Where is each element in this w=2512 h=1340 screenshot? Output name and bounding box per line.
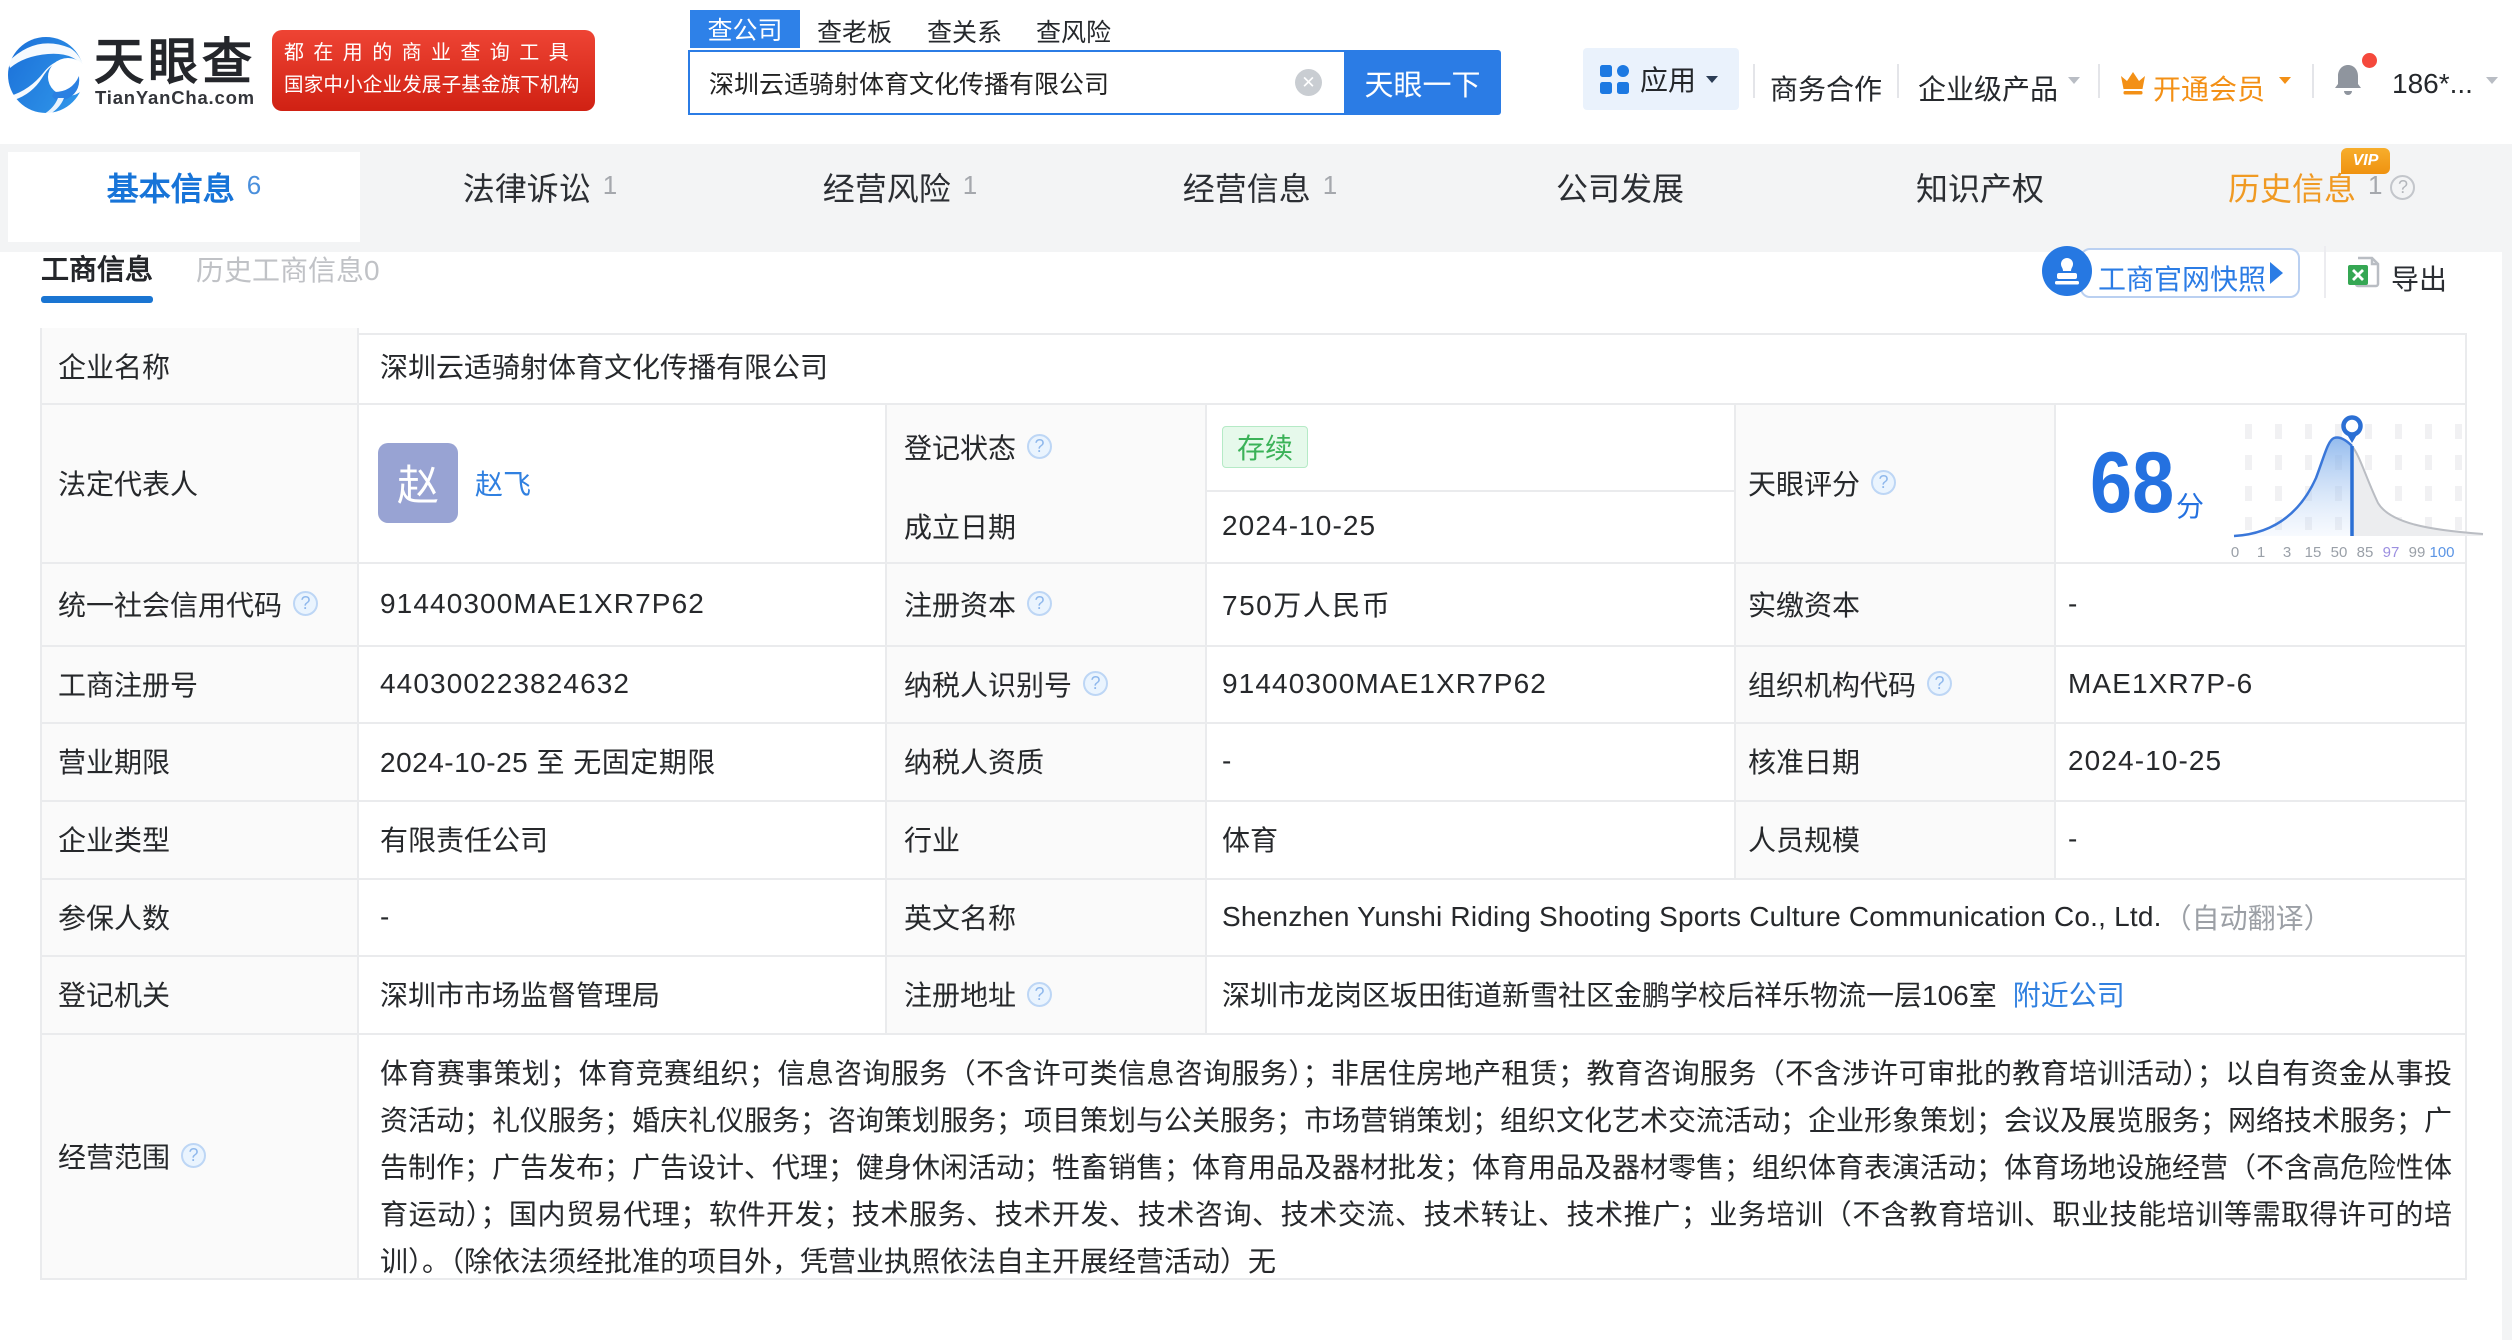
svg-text:85: 85 xyxy=(2357,544,2374,560)
svg-text:3: 3 xyxy=(2283,544,2291,560)
svg-text:15: 15 xyxy=(2305,544,2322,560)
svg-text:1: 1 xyxy=(2257,544,2265,560)
svg-text:100: 100 xyxy=(2429,544,2454,560)
svg-text:0: 0 xyxy=(2231,544,2239,560)
svg-text:50: 50 xyxy=(2331,544,2348,560)
svg-text:99: 99 xyxy=(2409,544,2426,560)
svg-text:97: 97 xyxy=(2383,544,2400,560)
